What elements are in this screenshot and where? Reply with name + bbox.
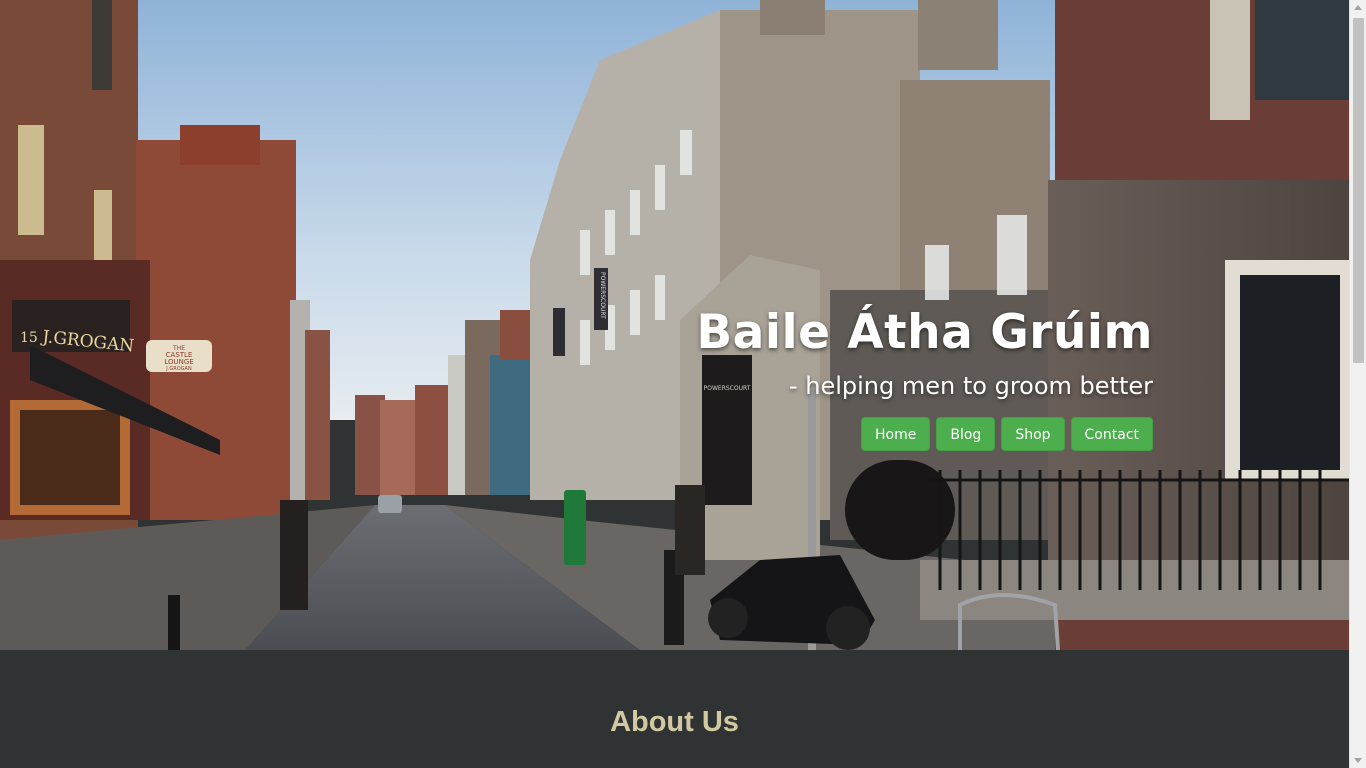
main-nav: Home Blog Shop Contact [861, 417, 1153, 451]
hero-section: 15 J.GROGAN THE CASTLE LOUNGE J.GROGAN P… [0, 0, 1349, 650]
page-scrollbar[interactable] [1349, 0, 1366, 768]
site-title: Baile Átha Grúim [696, 305, 1153, 360]
about-section: About Us [0, 650, 1349, 768]
lounge-sign-line4: J.GROGAN [165, 366, 192, 372]
scroll-thumb[interactable] [1353, 18, 1364, 363]
brand-block: Baile Átha Grúim - helping men to groom … [696, 302, 1153, 406]
scroll-up-arrow-icon[interactable] [1354, 5, 1362, 10]
pub-number-sign: 15 [20, 330, 38, 346]
nav-home-button[interactable]: Home [861, 417, 931, 451]
nav-shop-button[interactable]: Shop [1001, 417, 1065, 451]
nav-blog-button[interactable]: Blog [936, 417, 996, 451]
about-heading: About Us [610, 706, 739, 738]
scroll-down-arrow-icon[interactable] [1354, 758, 1362, 763]
lounge-sign-line3: LOUNGE [164, 358, 193, 366]
powerscourt-building [530, 0, 1050, 560]
nav-contact-button[interactable]: Contact [1070, 417, 1153, 451]
powerscourt-banner: POWERSCOURT [599, 272, 606, 319]
site-tagline: - helping men to groom better [788, 372, 1153, 400]
